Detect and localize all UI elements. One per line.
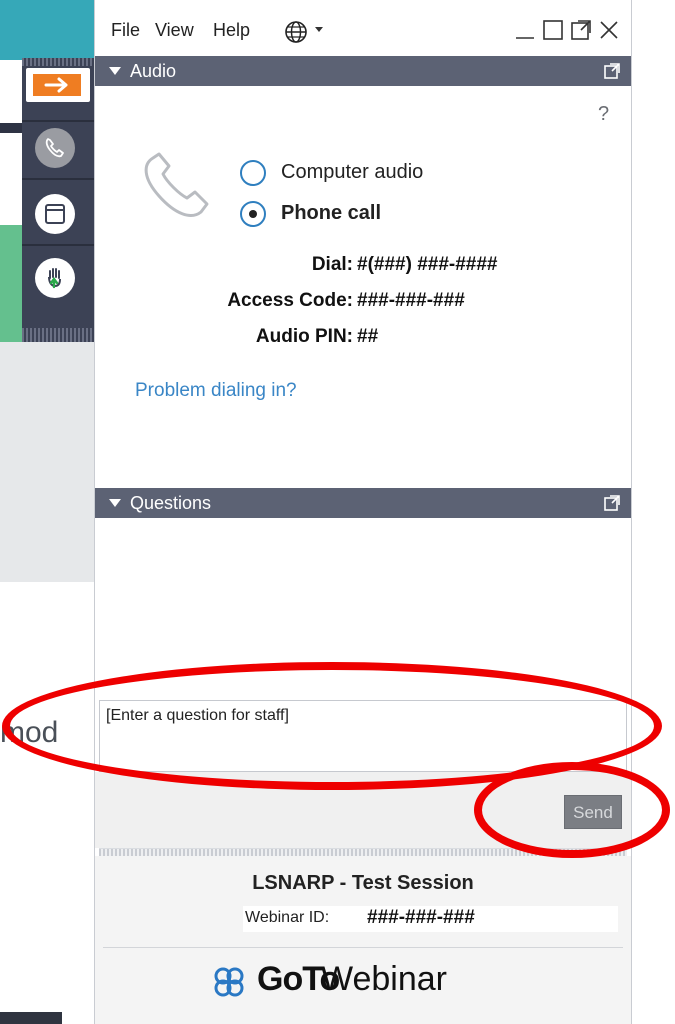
- background-white-strip: [0, 133, 24, 225]
- webinar-id-row: Webinar ID: ###-###-###: [243, 906, 618, 932]
- dial-label: Dial:: [311, 254, 353, 275]
- annotation-circle-send-button: [474, 762, 670, 858]
- phone-call-radio[interactable]: [240, 201, 266, 227]
- menu-file[interactable]: File: [111, 20, 140, 41]
- background-teal-banner: [0, 0, 96, 60]
- session-title: LSNARP - Test Session: [252, 872, 474, 894]
- background-grey-band: [0, 342, 96, 582]
- audio-pin-label: Audio PIN:: [255, 326, 353, 347]
- popout-window-icon[interactable]: [569, 18, 593, 42]
- computer-audio-label[interactable]: Computer audio: [281, 161, 423, 184]
- audio-section-header[interactable]: Audio: [95, 56, 631, 86]
- collapse-triangle-icon: [109, 499, 121, 507]
- problem-dialing-link[interactable]: Problem dialing in?: [135, 380, 297, 402]
- chevron-down-icon[interactable]: [315, 27, 323, 32]
- minimize-icon[interactable]: [513, 18, 537, 42]
- webinar-control-panel: File View Help Audio ? Computer audio Ph…: [94, 0, 632, 1024]
- dial-value: #(###) ###-####: [357, 254, 498, 275]
- access-code-label: Access Code:: [227, 290, 353, 311]
- window-icon: [45, 204, 65, 224]
- access-code-value: ###-###-###: [357, 290, 465, 311]
- session-footer: LSNARP - Test Session Webinar ID: ###-##…: [95, 856, 631, 1024]
- popout-icon[interactable]: [603, 62, 621, 80]
- toolbar-screen-button[interactable]: [22, 188, 94, 238]
- questions-section-header[interactable]: Questions: [95, 488, 631, 518]
- audio-section-title: Audio: [130, 61, 177, 81]
- arrow-right-icon: [44, 77, 68, 93]
- phone-handset-icon: [144, 152, 209, 217]
- collapse-triangle-icon: [109, 67, 121, 75]
- language-globe-icon[interactable]: [283, 19, 309, 45]
- maximize-icon[interactable]: [541, 18, 565, 42]
- background-dark-strip: [0, 123, 24, 133]
- questions-section-title: Questions: [130, 493, 212, 513]
- footer-divider: [103, 947, 623, 948]
- toolbar-separator: [22, 178, 94, 180]
- phone-call-label[interactable]: Phone call: [281, 202, 381, 225]
- raise-hand-icon: [48, 268, 61, 289]
- phone-icon: [45, 138, 64, 158]
- toolbar-audio-button[interactable]: [22, 122, 94, 172]
- background-dark-block: [0, 1012, 62, 1024]
- brand-name-regular: Webinar: [321, 960, 447, 998]
- computer-audio-radio[interactable]: [240, 160, 266, 186]
- webinar-id-label: Webinar ID:: [245, 909, 330, 926]
- toolbar-grip-top: [22, 58, 94, 66]
- webinar-id-value: ###-###-###: [367, 907, 475, 928]
- popout-icon[interactable]: [603, 494, 621, 512]
- toolbar-grip-bottom: [22, 328, 94, 342]
- audio-pin-value: ##: [357, 326, 379, 347]
- radio-selected-dot: [249, 210, 257, 218]
- menu-help[interactable]: Help: [213, 20, 250, 41]
- toolbar-raise-hand-button[interactable]: [22, 252, 94, 302]
- flower-logo-icon: [214, 967, 244, 997]
- close-icon[interactable]: [597, 18, 621, 42]
- control-panel-toolbar: [22, 58, 94, 342]
- menu-bar: File View Help: [95, 0, 631, 56]
- audio-help-button[interactable]: ?: [598, 103, 609, 126]
- toolbar-separator: [22, 244, 94, 246]
- menu-view[interactable]: View: [155, 20, 194, 41]
- collapse-panel-button[interactable]: [26, 68, 90, 102]
